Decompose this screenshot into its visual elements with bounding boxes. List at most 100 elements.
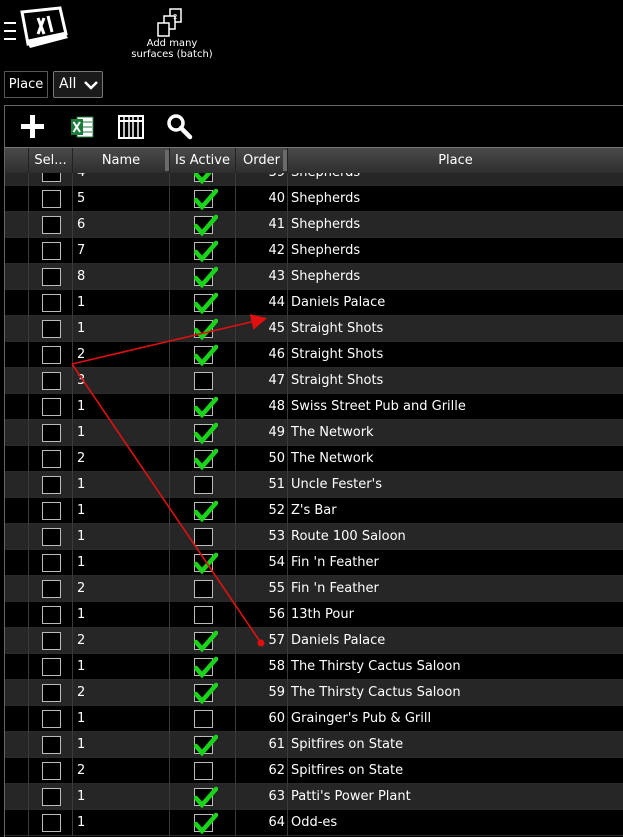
row-active-checkbox[interactable] — [194, 344, 218, 367]
row-active-checkbox[interactable] — [194, 552, 218, 575]
column-resize-handle[interactable] — [165, 150, 169, 171]
row-select-checkbox[interactable] — [42, 173, 61, 182]
table-row[interactable]: 2 57 Daniels Palace — [5, 628, 623, 654]
row-active-checkbox[interactable] — [194, 762, 213, 780]
table-row[interactable]: 2 50 The Network — [5, 446, 623, 472]
header-name[interactable]: Name — [73, 148, 170, 173]
grid-rows: 439Shepherds540Shepherds641Shepherds742S… — [5, 173, 623, 837]
table-row[interactable]: 1 53 Route 100 Saloon — [5, 524, 623, 550]
checkmark-icon — [194, 656, 218, 679]
row-order: 49 — [236, 420, 288, 446]
row-active-checkbox[interactable] — [194, 812, 218, 835]
add-button[interactable] — [19, 113, 47, 141]
table-row[interactable]: 2 46 Straight Shots — [5, 342, 623, 368]
row-select-checkbox[interactable] — [42, 294, 61, 312]
row-active-checkbox[interactable] — [194, 448, 218, 471]
row-select-checkbox[interactable] — [42, 788, 61, 806]
row-select-checkbox[interactable] — [42, 762, 61, 780]
row-active-checkbox[interactable] — [194, 214, 218, 237]
header-active[interactable]: Is Active — [170, 148, 236, 173]
row-select-checkbox[interactable] — [42, 216, 61, 234]
row-active-checkbox[interactable] — [194, 682, 218, 705]
row-active-checkbox[interactable] — [194, 656, 218, 679]
row-active-checkbox[interactable] — [194, 606, 213, 624]
table-row[interactable]: 4 39Shepherds — [5, 173, 623, 186]
row-select-checkbox[interactable] — [42, 710, 61, 728]
row-select-checkbox[interactable] — [42, 242, 61, 260]
table-row[interactable]: 8 43 Shepherds — [5, 264, 623, 290]
table-row[interactable]: 1 45 Straight Shots — [5, 316, 623, 342]
row-select-checkbox[interactable] — [42, 450, 61, 468]
table-row[interactable]: 1 52 Z's Bar — [5, 498, 623, 524]
hamburger-icon[interactable] — [4, 20, 16, 44]
app-logo[interactable] — [16, 4, 72, 52]
table-row[interactable]: 2 62 Spitfires on State — [5, 758, 623, 784]
row-select-checkbox[interactable] — [42, 684, 61, 702]
header-order[interactable]: Order — [236, 148, 288, 173]
columns-button[interactable] — [117, 113, 145, 141]
row-select-checkbox[interactable] — [42, 528, 61, 546]
row-select-checkbox[interactable] — [42, 268, 61, 286]
row-active-checkbox[interactable] — [194, 630, 218, 653]
table-row[interactable]: 1 49 The Network — [5, 420, 623, 446]
row-order: 61 — [236, 732, 288, 758]
table-row[interactable]: 1 44 Daniels Palace — [5, 290, 623, 316]
row-select-checkbox[interactable] — [42, 190, 61, 208]
export-excel-button[interactable] — [69, 113, 97, 141]
row-name: 2 — [73, 628, 170, 654]
row-active-checkbox[interactable] — [194, 500, 218, 523]
row-select-checkbox[interactable] — [42, 606, 61, 624]
row-active-checkbox[interactable] — [194, 580, 213, 598]
table-row[interactable]: 1 63 Patti's Power Plant — [5, 784, 623, 810]
header-place[interactable]: Place — [288, 148, 623, 173]
row-active-checkbox[interactable] — [194, 422, 218, 445]
row-active-checkbox[interactable] — [194, 188, 218, 211]
row-select-checkbox[interactable] — [42, 372, 61, 390]
table-row[interactable]: 1 58 The Thirsty Cactus Saloon — [5, 654, 623, 680]
row-select-checkbox[interactable] — [42, 346, 61, 364]
search-button[interactable] — [166, 113, 194, 141]
row-select-checkbox[interactable] — [42, 502, 61, 520]
row-select-checkbox[interactable] — [42, 554, 61, 572]
table-row[interactable]: 2 55 Fin 'n Feather — [5, 576, 623, 602]
row-active-checkbox[interactable] — [194, 734, 218, 757]
column-resize-handle[interactable] — [283, 150, 287, 171]
table-row[interactable]: 1 60 Grainger's Pub & Grill — [5, 706, 623, 732]
row-active-checkbox[interactable] — [194, 476, 213, 494]
table-row[interactable]: 2 59 The Thirsty Cactus Saloon — [5, 680, 623, 706]
row-select-checkbox[interactable] — [42, 424, 61, 442]
table-row[interactable]: 5 40 Shepherds — [5, 186, 623, 212]
table-row[interactable]: 6 41 Shepherds — [5, 212, 623, 238]
table-row[interactable]: 7 42 Shepherds — [5, 238, 623, 264]
table-row[interactable]: 1 48 Swiss Street Pub and Grille — [5, 394, 623, 420]
table-row[interactable]: 3 47 Straight Shots — [5, 368, 623, 394]
row-active-checkbox[interactable] — [194, 318, 218, 341]
row-active-checkbox[interactable] — [194, 528, 213, 546]
place-filter-value: All — [59, 76, 77, 92]
table-row[interactable]: 1 56 13th Pour — [5, 602, 623, 628]
row-active-checkbox[interactable] — [194, 710, 213, 728]
row-select-checkbox[interactable] — [42, 476, 61, 494]
row-active-checkbox[interactable] — [194, 173, 213, 185]
row-active-checkbox[interactable] — [194, 372, 213, 390]
row-active-checkbox[interactable] — [194, 786, 218, 809]
row-lead — [5, 706, 29, 732]
row-select-checkbox[interactable] — [42, 814, 61, 832]
row-select-checkbox[interactable] — [42, 320, 61, 338]
table-row[interactable]: 1 51 Uncle Fester's — [5, 472, 623, 498]
table-row[interactable]: 1 61 Spitfires on State — [5, 732, 623, 758]
row-select-checkbox[interactable] — [42, 398, 61, 416]
table-row[interactable]: 1 54 Fin 'n Feather — [5, 550, 623, 576]
row-active-checkbox[interactable] — [194, 266, 218, 289]
row-select-checkbox[interactable] — [42, 658, 61, 676]
row-active-checkbox[interactable] — [194, 240, 218, 263]
row-select-checkbox[interactable] — [42, 736, 61, 754]
row-active-checkbox[interactable] — [194, 292, 218, 315]
add-many-surfaces-button[interactable]: 2 Add many surfaces (batch) — [124, 6, 220, 62]
row-select-checkbox[interactable] — [42, 632, 61, 650]
header-select[interactable]: Sel... — [29, 148, 73, 173]
place-filter-select[interactable]: All — [53, 71, 103, 98]
table-row[interactable]: 1 64 Odd-es — [5, 810, 623, 836]
row-select-checkbox[interactable] — [42, 580, 61, 598]
row-active-checkbox[interactable] — [194, 396, 218, 419]
